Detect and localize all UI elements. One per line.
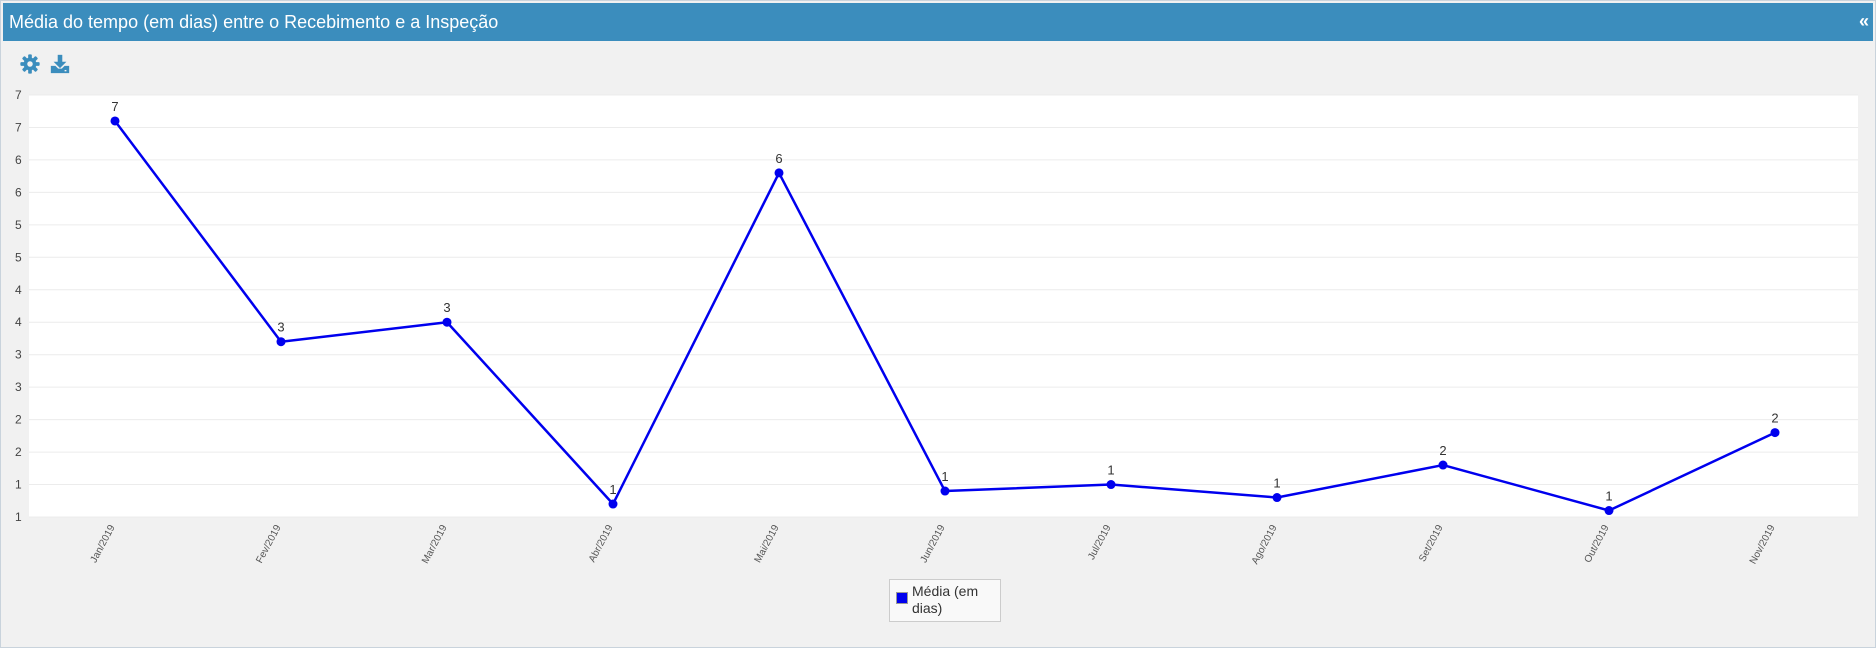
x-tick-label: Ago/2019 — [1250, 523, 1280, 566]
data-point — [940, 486, 950, 496]
y-tick-label: 6 — [15, 185, 22, 199]
x-tick-label: Nov/2019 — [1748, 523, 1778, 566]
data-point — [1770, 428, 1780, 438]
line-chart: 1 1 2 2 3 3 4 4 5 5 6 6 7 7 Jan/2019 Fev/2019 Mar/2019 Ab… — [15, 88, 1858, 566]
y-tick-label: 6 — [15, 153, 22, 167]
data-label: 1 — [1605, 489, 1612, 504]
y-tick-label: 7 — [15, 88, 22, 102]
data-label: 6 — [775, 151, 782, 166]
data-label: 7 — [111, 99, 118, 114]
x-tick-label: Jun/2019 — [919, 523, 948, 565]
legend-label: Média (em dias) — [912, 583, 979, 616]
x-tick-label: Out/2019 — [1583, 523, 1612, 565]
y-tick-label: 5 — [15, 218, 22, 232]
y-tick-label: 2 — [15, 413, 22, 427]
data-point — [608, 499, 618, 509]
y-tick-label: 3 — [15, 380, 22, 394]
data-label: 1 — [1273, 476, 1280, 491]
data-point — [442, 317, 452, 327]
y-tick-label: 3 — [15, 348, 22, 362]
y-tick-label: 4 — [15, 283, 22, 297]
chart-panel: Média do tempo (em dias) entre o Recebim… — [0, 0, 1876, 648]
data-point — [1106, 480, 1116, 490]
data-point — [1438, 460, 1448, 470]
data-point — [1604, 506, 1614, 516]
data-label: 1 — [609, 482, 616, 497]
x-tick-label: Abr/2019 — [587, 523, 616, 564]
x-tick-label: Mai/2019 — [753, 523, 782, 565]
x-tick-label: Jul/2019 — [1086, 523, 1114, 562]
data-point — [774, 168, 784, 178]
legend-swatch — [896, 592, 908, 604]
data-label: 2 — [1771, 411, 1778, 426]
data-label: 3 — [443, 300, 450, 315]
plot-area — [29, 95, 1858, 517]
y-tick-label: 1 — [15, 510, 22, 524]
x-tick-label: Set/2019 — [1417, 523, 1446, 564]
data-point — [1272, 493, 1282, 503]
y-tick-label: 7 — [15, 120, 22, 134]
chart-legend[interactable]: Média (em dias) — [889, 579, 1001, 622]
data-point — [276, 337, 286, 347]
x-tick-label: Mar/2019 — [420, 523, 450, 566]
data-point — [110, 116, 120, 126]
y-tick-label: 2 — [15, 445, 22, 459]
y-tick-label: 5 — [15, 250, 22, 264]
x-tick-label: Jan/2019 — [89, 523, 118, 565]
data-label: 1 — [941, 469, 948, 484]
data-label: 1 — [1107, 463, 1114, 478]
y-tick-label: 1 — [15, 478, 22, 492]
x-tick-label: Fev/2019 — [254, 523, 283, 565]
data-label: 2 — [1439, 443, 1446, 458]
data-label: 3 — [277, 320, 284, 335]
y-tick-label: 4 — [15, 315, 22, 329]
